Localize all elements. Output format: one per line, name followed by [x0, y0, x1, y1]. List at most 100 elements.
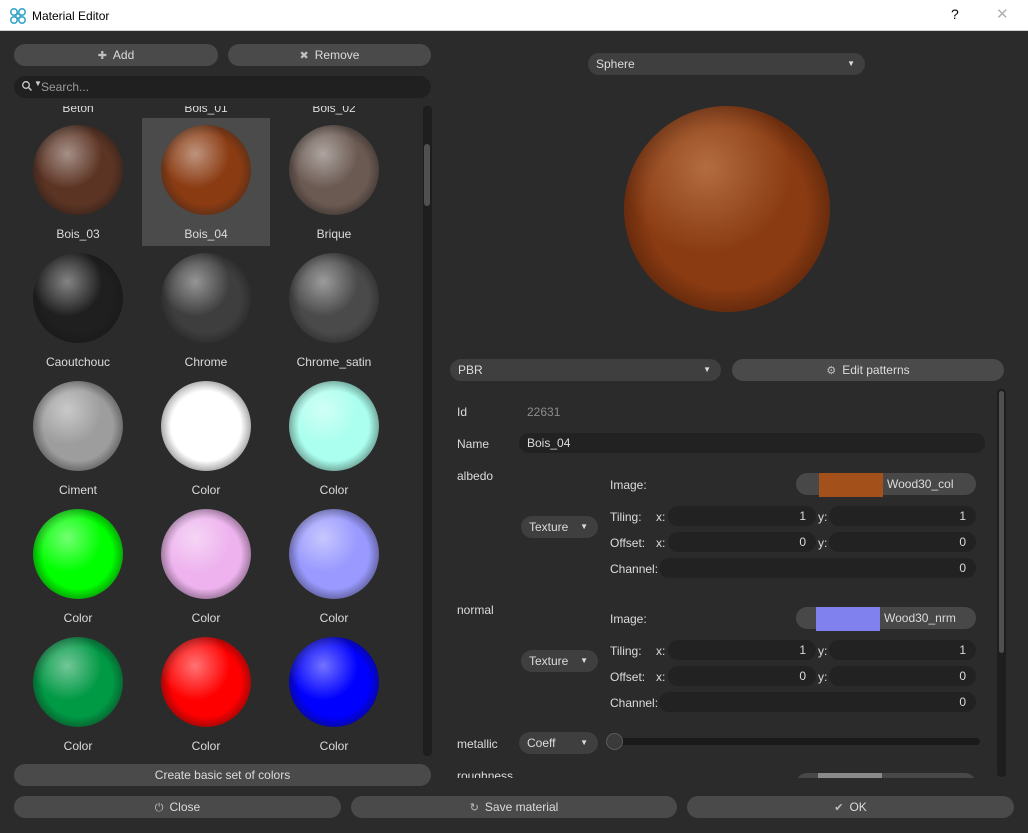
material-tile[interactable]: Chrome	[142, 246, 270, 374]
material-tile[interactable]: Caoutchouc	[14, 246, 142, 374]
material-thumbnail	[289, 253, 379, 343]
albedo-offset-x-label: x:	[656, 536, 666, 550]
save-material-button[interactable]: ↻ Save material	[351, 796, 677, 818]
library-label-top: Bois_01	[184, 106, 228, 115]
properties-scrollbar-thumb[interactable]	[999, 391, 1004, 653]
material-thumbnail	[161, 637, 251, 727]
normal-tiling-x-field[interactable]: 1	[668, 640, 816, 660]
albedo-image-button[interactable]: Wood30_col	[796, 473, 976, 497]
albedo-tiling-x-field[interactable]: 1	[668, 506, 816, 526]
material-thumbnail	[289, 637, 379, 727]
normal-channel-field[interactable]: 0	[659, 692, 976, 712]
material-tile-label: Color	[191, 739, 221, 753]
refresh-icon: ↻	[469, 802, 479, 814]
albedo-offset-label: Offset:	[610, 536, 646, 550]
metallic-slider[interactable]	[606, 733, 980, 750]
normal-mode-select[interactable]: Texture ▼	[521, 650, 598, 672]
material-thumbnail	[161, 509, 251, 599]
normal-offset-label: Offset:	[610, 670, 646, 684]
albedo-channel-label: Channel:	[610, 562, 659, 576]
add-button[interactable]: ✚ Add	[14, 44, 218, 66]
albedo-channel-field[interactable]: 0	[659, 558, 976, 578]
x-icon: ✖	[299, 50, 309, 62]
close-label: Close	[169, 800, 201, 814]
material-tile-label: Bois_03	[56, 227, 100, 241]
material-tile-label: Color	[191, 611, 221, 625]
material-thumbnail	[33, 637, 123, 727]
material-tile[interactable]: Brique	[270, 118, 398, 246]
normal-tiling-y-field[interactable]: 1	[829, 640, 976, 660]
chevron-down-icon: ▼	[847, 59, 855, 68]
normal-label: normal	[457, 603, 494, 617]
metallic-mode-select[interactable]: Coeff ▼	[519, 732, 598, 754]
albedo-mode-select[interactable]: Texture ▼	[521, 516, 598, 538]
material-tile[interactable]: Bois_04	[142, 118, 270, 246]
library-scrollbar[interactable]	[423, 106, 432, 756]
normal-tiling-label: Tiling:	[610, 644, 642, 658]
normal-tiling-x-label: x:	[656, 644, 666, 658]
albedo-tiling-label: Tiling:	[610, 510, 642, 524]
edit-patterns-button[interactable]: ⚙ Edit patterns	[732, 359, 1004, 381]
material-thumbnail	[289, 125, 379, 215]
material-tile[interactable]: Ciment	[14, 374, 142, 502]
material-tile-label: Color	[63, 611, 93, 625]
material-thumbnail	[289, 381, 379, 471]
normal-offset-y-field[interactable]: 0	[829, 666, 976, 686]
preview-shape-value: Sphere	[596, 57, 635, 71]
material-tile[interactable]: Color	[270, 630, 398, 756]
create-colors-button[interactable]: Create basic set of colors	[14, 764, 431, 786]
window-title: Material Editor	[32, 9, 110, 23]
albedo-offset-x-field[interactable]: 0	[668, 532, 816, 552]
material-tile-label: Color	[319, 483, 349, 497]
material-tile-label: Color	[191, 483, 221, 497]
search-box[interactable]: ▼	[14, 76, 431, 98]
albedo-label: albedo	[457, 469, 494, 483]
albedo-tiling-y-label: y:	[818, 510, 828, 524]
albedo-offset-y-label: y:	[818, 536, 828, 550]
roughness-label: roughness	[457, 769, 514, 778]
normal-offset-x-field[interactable]: 0	[668, 666, 816, 686]
material-tile[interactable]: Color	[142, 502, 270, 630]
material-tile[interactable]: Chrome_satin	[270, 246, 398, 374]
gear-icon: ⚙	[826, 365, 837, 377]
close-window-button[interactable]: ✕	[996, 5, 1009, 23]
remove-button[interactable]: ✖ Remove	[228, 44, 431, 66]
normal-mode-value: Texture	[529, 654, 569, 668]
material-tile[interactable]: Bois_03	[14, 118, 142, 246]
close-button[interactable]: ⏻ Close	[14, 796, 341, 818]
normal-offset-y-label: y:	[818, 670, 828, 684]
search-input[interactable]	[41, 78, 421, 96]
albedo-tiling-y-field[interactable]: 1	[829, 506, 976, 526]
albedo-offset-y-field[interactable]: 0	[829, 532, 976, 552]
material-tile-label: Color	[319, 611, 349, 625]
material-tile-label: Brique	[316, 227, 352, 241]
ok-button[interactable]: ✔ OK	[687, 796, 1014, 818]
material-thumbnail	[33, 253, 123, 343]
material-tile[interactable]: Color	[142, 630, 270, 756]
material-tile[interactable]: Color	[270, 502, 398, 630]
preview-shape-select[interactable]: Sphere ▼	[588, 53, 865, 75]
material-library: Beton Bois_01 Bois_02 Bois_03 Bois_04 Briq…	[14, 106, 422, 756]
molecule-icon	[9, 7, 27, 25]
material-type-select[interactable]: PBR ▼	[450, 359, 721, 381]
normal-image-button[interactable]: Wood30_nrm	[796, 607, 976, 631]
ok-label: OK	[849, 800, 867, 814]
properties-scrollbar[interactable]	[997, 389, 1006, 777]
material-tile-label: Color	[63, 739, 93, 753]
help-button[interactable]: ?	[951, 6, 959, 22]
material-type-value: PBR	[458, 363, 483, 377]
roughness-image-button[interactable]	[796, 773, 976, 778]
metallic-slider-handle[interactable]	[606, 733, 623, 750]
metallic-label: metallic	[457, 737, 498, 751]
material-tile[interactable]: Color	[14, 630, 142, 756]
name-field[interactable]: Bois_04	[519, 433, 985, 453]
chevron-down-icon: ▼	[580, 656, 588, 665]
search-icon	[22, 81, 32, 91]
material-tile[interactable]: Color	[142, 374, 270, 502]
roughness-row: roughness	[450, 764, 990, 778]
material-tile[interactable]: Color	[14, 502, 142, 630]
library-scrollbar-thumb[interactable]	[424, 144, 430, 206]
material-thumbnail	[33, 125, 123, 215]
material-preview-sphere	[624, 106, 830, 312]
material-tile[interactable]: Color	[270, 374, 398, 502]
